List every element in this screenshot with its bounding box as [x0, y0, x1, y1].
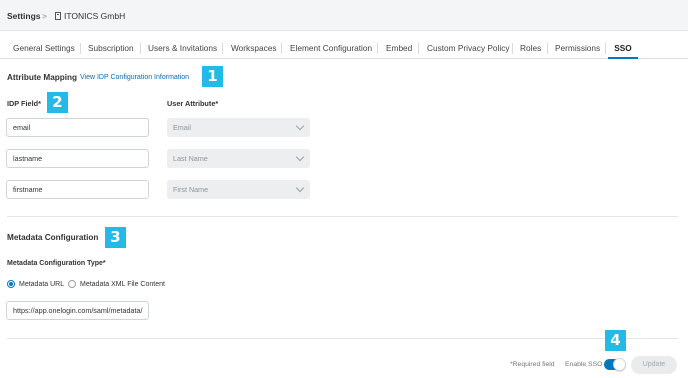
user-attribute-select-firstname[interactable]: First Name	[167, 180, 310, 199]
radio-unchecked-icon	[68, 280, 76, 288]
tab-divider	[377, 43, 378, 54]
tab-divider	[512, 43, 513, 54]
breadcrumb-settings[interactable]: Settings	[7, 11, 41, 21]
radio-metadata-url[interactable]: Metadata URL	[7, 280, 64, 288]
radio-checked-icon	[7, 280, 15, 288]
chevron-down-icon	[295, 121, 305, 131]
tab-element-configuration[interactable]: Element Configuration	[290, 38, 372, 58]
tab-roles[interactable]: Roles	[520, 38, 541, 58]
tab-divider	[140, 43, 141, 54]
chevron-down-icon	[295, 183, 305, 193]
tab-workspaces[interactable]: Workspaces	[231, 38, 277, 58]
idp-field-header: IDP Field*	[7, 99, 41, 108]
tab-divider	[80, 43, 81, 54]
tab-custom-privacy-policy[interactable]: Custom Privacy Policy	[427, 38, 510, 58]
update-button[interactable]: Update	[631, 356, 677, 374]
idp-field-input-firstname[interactable]: firstname	[6, 180, 149, 199]
settings-tabs: General Settings Subscription Users & In…	[0, 38, 688, 59]
breadcrumb-bar: Settings > ITONICS GmbH	[0, 0, 688, 31]
tab-divider	[418, 43, 419, 54]
building-icon	[55, 12, 61, 20]
user-attribute-select-value: First Name	[173, 185, 209, 194]
annotation-badge-2: 2	[47, 92, 68, 113]
tab-divider	[547, 43, 548, 54]
annotation-badge-3: 3	[105, 227, 126, 248]
annotation-badge-1: 1	[202, 66, 223, 87]
radio-metadata-xml[interactable]: Metadata XML File Content	[68, 280, 165, 288]
user-attribute-header: User Attribute*	[167, 99, 219, 108]
tab-divider	[281, 43, 282, 54]
user-attribute-select-lastname[interactable]: Last Name	[167, 149, 310, 168]
tab-general-settings[interactable]: General Settings	[13, 38, 75, 58]
section-divider	[7, 216, 678, 217]
breadcrumb-org-label: ITONICS GmbH	[64, 11, 126, 21]
section-divider	[7, 338, 678, 339]
breadcrumb-separator-icon: >	[42, 11, 47, 21]
tab-embed[interactable]: Embed	[386, 38, 412, 58]
tab-divider	[222, 43, 223, 54]
metadata-type-label: Metadata Configuration Type*	[7, 260, 106, 267]
tab-subscription[interactable]: Subscription	[88, 38, 134, 58]
enable-sso-label: Enable SSO	[565, 361, 603, 368]
user-attribute-select-value: Last Name	[173, 154, 208, 163]
radio-metadata-xml-label: Metadata XML File Content	[80, 280, 165, 288]
tab-users-invitations[interactable]: Users & Invitations	[148, 38, 217, 58]
tab-sso[interactable]: SSO	[608, 38, 638, 59]
metadata-configuration-title: Metadata Configuration	[7, 233, 99, 242]
chevron-down-icon	[295, 152, 305, 162]
breadcrumb-org[interactable]: ITONICS GmbH	[55, 11, 125, 21]
view-idp-configuration-link[interactable]: View IDP Configuration Information	[80, 74, 189, 81]
idp-field-input-lastname[interactable]: lastname	[6, 149, 149, 168]
radio-metadata-url-label: Metadata URL	[19, 280, 65, 288]
user-attribute-select-email[interactable]: Email	[167, 118, 310, 137]
attribute-mapping-title: Attribute Mapping	[7, 73, 78, 82]
required-field-note: *Required field	[510, 361, 555, 368]
annotation-badge-4: 4	[605, 330, 626, 351]
toggle-knob	[613, 358, 626, 371]
metadata-url-input[interactable]: https://app.onelogin.com/saml/metadata/	[6, 301, 149, 320]
tab-permissions[interactable]: Permissions	[555, 38, 600, 58]
enable-sso-toggle[interactable]	[604, 358, 626, 371]
user-attribute-select-value: Email	[173, 123, 191, 132]
tab-divider	[605, 43, 606, 54]
idp-field-input-email[interactable]: email	[6, 118, 149, 137]
